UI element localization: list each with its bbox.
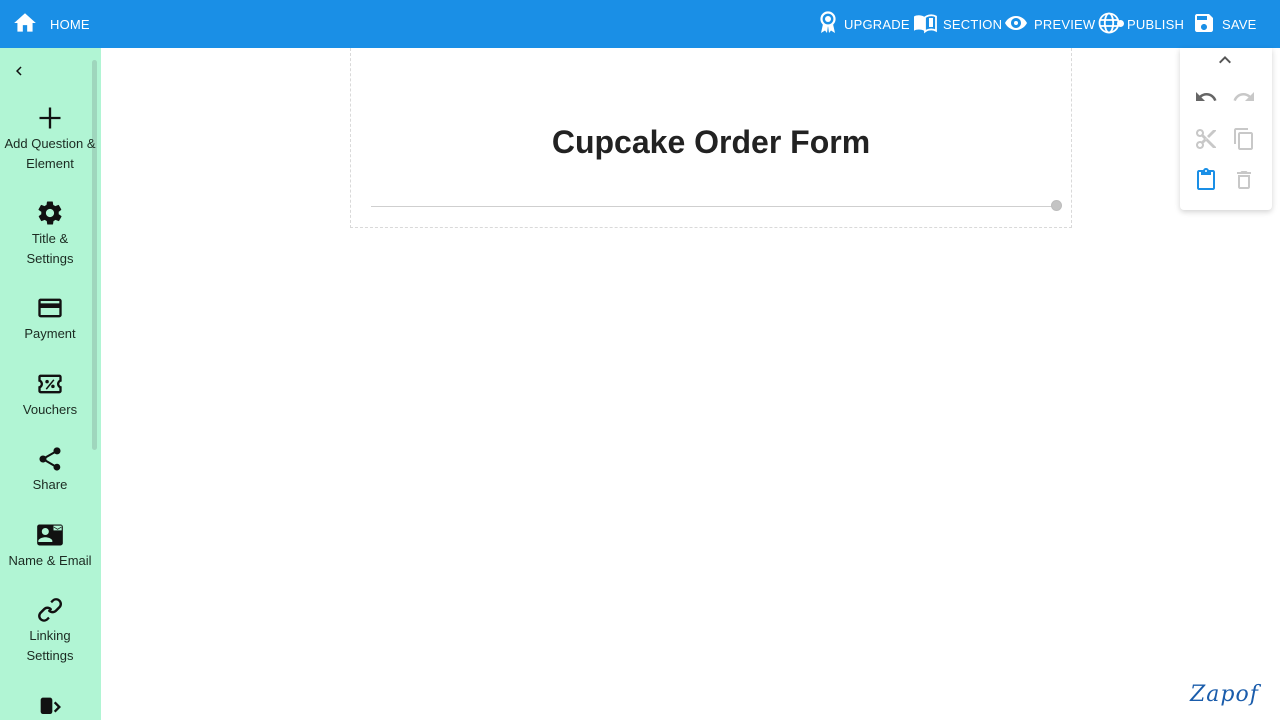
- upgrade-button[interactable]: UPGRADE: [818, 0, 910, 48]
- gear-icon: [36, 199, 64, 227]
- lock-person-icon: [36, 693, 64, 720]
- sidebar-item-label: Add Question & Element: [4, 136, 96, 171]
- sidebar-item-label: Linking Settings: [26, 628, 74, 663]
- zapof-logo: Zapof: [1190, 682, 1259, 707]
- sidebar-item-linking-settings[interactable]: Linking Settings: [0, 596, 100, 666]
- preview-button[interactable]: PREVIEW: [1004, 0, 1095, 48]
- resize-handle[interactable]: [1051, 200, 1062, 211]
- sidebar-item-add-question[interactable]: Add Question & Element: [0, 104, 100, 174]
- form-header-card[interactable]: Cupcake Order Form: [350, 48, 1072, 228]
- link-icon: [36, 596, 64, 624]
- undo-icon: [1194, 92, 1218, 113]
- redo-button[interactable]: [1232, 85, 1258, 111]
- notification-dot: [1117, 19, 1124, 27]
- copy-icon: [1232, 128, 1256, 155]
- sidebar-item-label: Name & Email: [8, 553, 92, 568]
- redo-icon: [1232, 92, 1256, 113]
- sidebar-item-label: Title & Settings: [26, 231, 74, 266]
- sidebar-item-partial[interactable]: [0, 693, 100, 720]
- section-label: SECTION: [943, 16, 1003, 32]
- publish-button[interactable]: PUBLISH: [1097, 0, 1184, 48]
- sidebar: Add Question & Element Title & Settings …: [0, 48, 101, 720]
- voucher-icon: [36, 370, 64, 398]
- clipboard-icon: [1194, 168, 1218, 196]
- plus-icon: [36, 104, 64, 132]
- book-open-icon: [913, 11, 937, 38]
- home-icon: [12, 10, 38, 39]
- save-button[interactable]: SAVE: [1192, 0, 1257, 48]
- eye-icon: [1004, 11, 1028, 38]
- floppy-disk-icon: [1192, 11, 1216, 38]
- upgrade-label: UPGRADE: [844, 16, 910, 32]
- award-icon: [818, 10, 838, 38]
- delete-button[interactable]: [1232, 168, 1258, 194]
- top-bar: HOME UPGRADE SECTION PREVIEW PUBLISH SAV…: [0, 0, 1280, 48]
- form-divider: [371, 206, 1055, 207]
- sidebar-item-label: Payment: [24, 326, 76, 341]
- sidebar-item-label: Share: [32, 477, 68, 492]
- collapse-tools-button[interactable]: [1213, 48, 1239, 74]
- sidebar-item-vouchers[interactable]: Vouchers: [0, 370, 100, 420]
- sidebar-item-name-email[interactable]: Name & Email: [0, 521, 100, 571]
- paste-button[interactable]: [1194, 168, 1220, 194]
- sidebar-item-title-settings[interactable]: Title & Settings: [0, 199, 100, 269]
- cut-button[interactable]: [1194, 127, 1220, 153]
- publish-label: PUBLISH: [1127, 16, 1185, 32]
- undo-button[interactable]: [1194, 85, 1220, 111]
- home-button[interactable]: HOME: [12, 0, 90, 48]
- trash-icon: [1232, 171, 1256, 196]
- globe-icon: [1097, 11, 1124, 38]
- contact-mail-icon: [34, 521, 66, 549]
- preview-label: PREVIEW: [1034, 16, 1096, 32]
- copy-button[interactable]: [1232, 127, 1258, 153]
- home-label: HOME: [50, 16, 90, 32]
- collapse-sidebar-button[interactable]: [10, 62, 28, 80]
- sidebar-item-payment[interactable]: Payment: [0, 294, 100, 344]
- scissors-icon: [1194, 129, 1218, 155]
- section-button[interactable]: SECTION: [913, 0, 1002, 48]
- sidebar-item-share[interactable]: Share: [0, 445, 100, 495]
- share-icon: [36, 445, 64, 473]
- sidebar-item-label: Vouchers: [22, 402, 78, 417]
- form-title[interactable]: Cupcake Order Form: [351, 124, 1071, 161]
- edit-tools-panel: [1180, 48, 1272, 210]
- chevron-up-icon: [1213, 56, 1237, 76]
- chevron-left-icon: [10, 66, 28, 84]
- credit-card-icon: [36, 294, 64, 322]
- save-label: SAVE: [1222, 16, 1257, 32]
